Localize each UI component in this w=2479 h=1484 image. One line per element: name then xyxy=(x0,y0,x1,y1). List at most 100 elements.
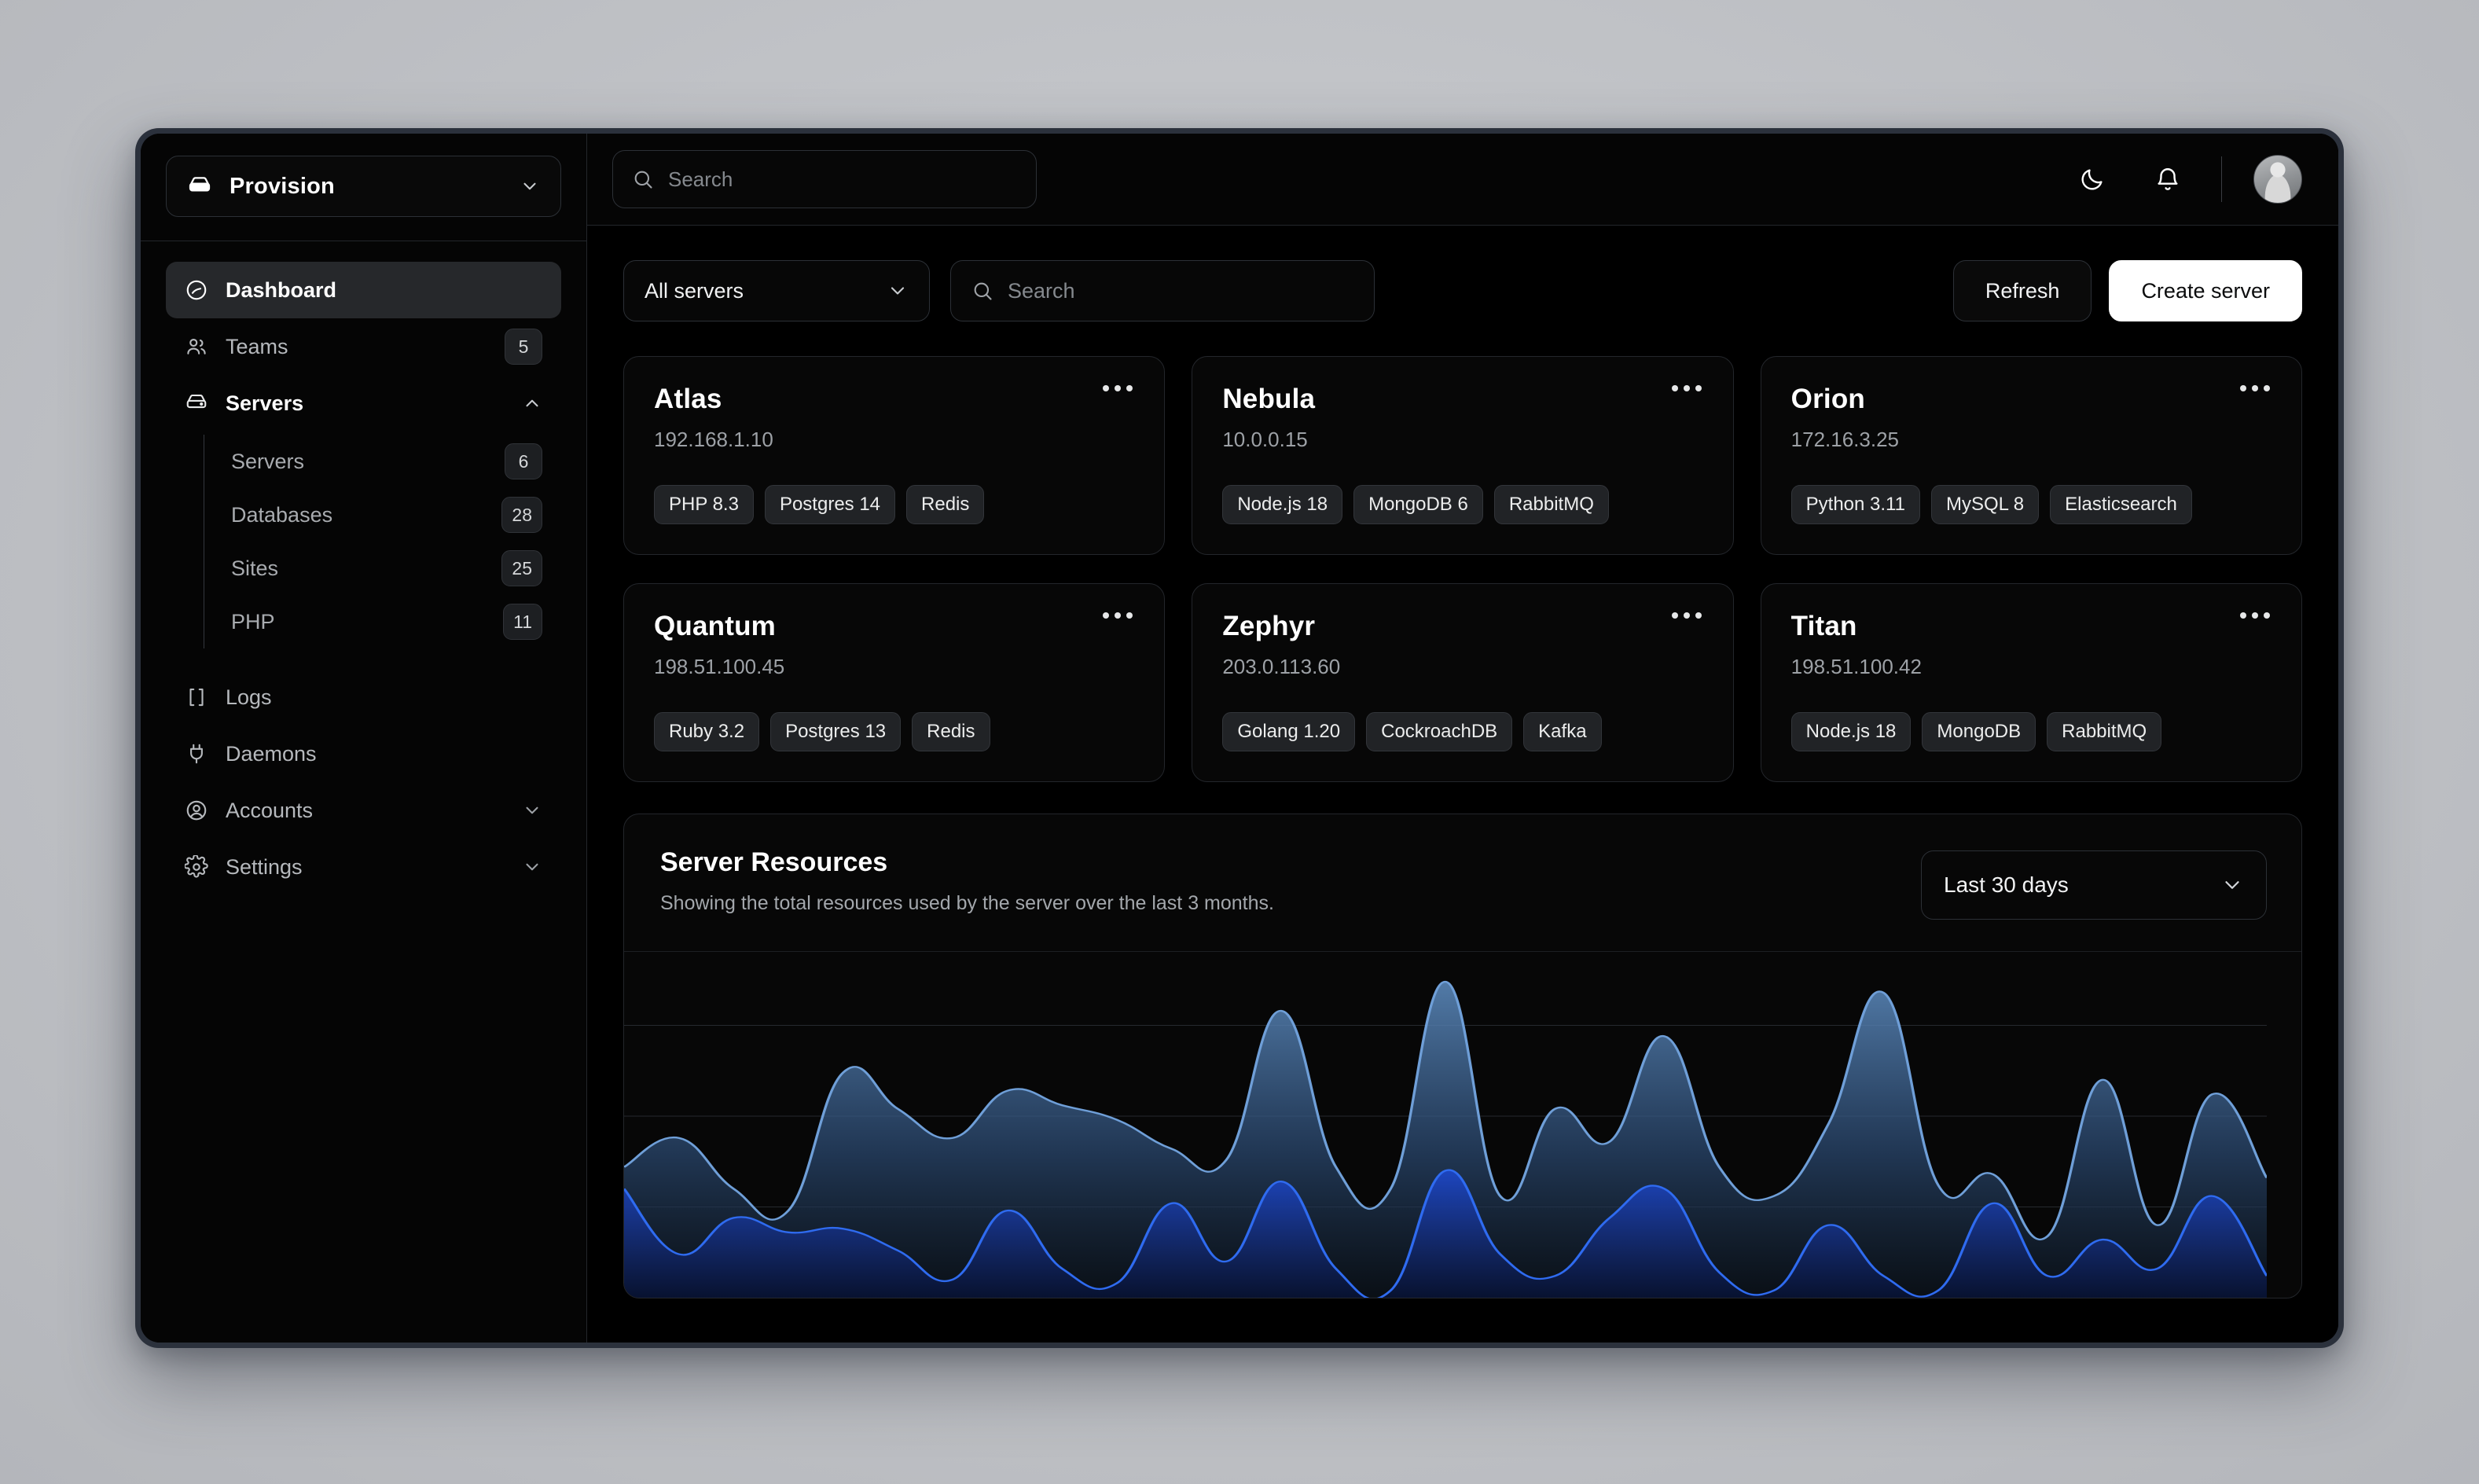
moon-icon xyxy=(2079,166,2106,193)
server-resources-header: Server Resources Showing the total resou… xyxy=(624,814,2301,952)
sidebar-subitem-label: Databases xyxy=(231,502,333,527)
server-resources-titles: Server Resources Showing the total resou… xyxy=(660,847,1274,915)
server-tag: RabbitMQ xyxy=(1493,485,1609,524)
search-icon xyxy=(632,168,654,190)
server-ip: 203.0.113.60 xyxy=(1222,655,1341,678)
server-tag: Node.js 18 xyxy=(1790,712,1912,751)
sidebar-subitem-label: Sites xyxy=(231,556,279,580)
main-area: All servers Refresh Create server xyxy=(587,134,2338,1343)
search-input[interactable] xyxy=(1008,278,1353,303)
server-tag: Redis xyxy=(912,712,990,751)
server-tag: Kafka xyxy=(1523,712,1602,751)
card-menu-button[interactable] xyxy=(1666,606,1708,625)
server-name: Nebula xyxy=(1222,384,1316,414)
card-menu-button[interactable] xyxy=(1096,379,1139,398)
servers-toolbar: All servers Refresh Create server xyxy=(623,260,2302,321)
server-ip: 192.168.1.10 xyxy=(654,428,773,451)
server-card[interactable]: Atlas 192.168.1.10 PHP 8.3 Postgres 14 R… xyxy=(623,356,1166,555)
sidebar-subitem-php[interactable]: PHP 11 xyxy=(204,595,561,648)
workspace-switcher-section: Provision xyxy=(141,134,586,241)
badge-count: 25 xyxy=(501,550,542,586)
server-tags: Node.js 18 MongoDB RabbitMQ xyxy=(1790,712,2271,751)
server-tags: Golang 1.20 CockroachDB Kafka xyxy=(1222,712,1702,751)
card-menu-button[interactable] xyxy=(2234,379,2276,398)
sidebar-item-settings[interactable]: Settings xyxy=(166,839,561,895)
sidebar-item-accounts[interactable]: Accounts xyxy=(166,782,561,839)
page-content: All servers Refresh Create server xyxy=(587,226,2338,1343)
sidebar-subitem-databases[interactable]: Databases 28 xyxy=(204,488,561,542)
topbar xyxy=(587,134,2338,226)
server-tag: Postgres 14 xyxy=(764,485,896,524)
gauge-icon xyxy=(185,278,208,302)
resources-chart xyxy=(624,952,2301,1298)
sidebar-item-label: Servers xyxy=(226,391,304,415)
server-tags: PHP 8.3 Postgres 14 Redis xyxy=(654,485,1134,524)
chevron-down-icon[interactable] xyxy=(522,800,542,821)
chevron-down-icon xyxy=(887,280,909,302)
server-tag: MongoDB 6 xyxy=(1353,485,1483,524)
server-tags: Python 3.11 MySQL 8 Elasticsearch xyxy=(1790,485,2271,524)
brackets-icon xyxy=(185,685,208,709)
search-input[interactable] xyxy=(668,167,1017,192)
server-tag: Node.js 18 xyxy=(1222,485,1343,524)
card-menu-button[interactable] xyxy=(1096,606,1139,625)
server-card[interactable]: Titan 198.51.100.42 Node.js 18 MongoDB R… xyxy=(1760,583,2302,782)
card-menu-button[interactable] xyxy=(2234,606,2276,625)
badge-count: 6 xyxy=(505,443,542,479)
sidebar-item-logs[interactable]: Logs xyxy=(166,669,561,725)
server-tag: Postgres 13 xyxy=(770,712,902,751)
notifications-button[interactable] xyxy=(2146,157,2190,201)
date-range-select[interactable]: Last 30 days xyxy=(1921,850,2267,920)
resources-chart-svg xyxy=(624,980,2267,1298)
server-card[interactable]: Zephyr 203.0.113.60 Golang 1.20 Cockroac… xyxy=(1192,583,1734,782)
server-filter-value: All servers xyxy=(645,278,744,303)
server-name: Titan xyxy=(1790,611,1857,641)
server-tag: Python 3.11 xyxy=(1790,485,1920,524)
create-server-button[interactable]: Create server xyxy=(2109,260,2302,321)
server-ip: 10.0.0.15 xyxy=(1222,428,1308,451)
workspace-switcher[interactable]: Provision xyxy=(166,156,561,217)
server-tag: MongoDB xyxy=(1922,712,2036,751)
sidebar-subitem-sites[interactable]: Sites 25 xyxy=(204,542,561,595)
server-name: Orion xyxy=(1790,384,1865,414)
server-cards-grid: Atlas 192.168.1.10 PHP 8.3 Postgres 14 R… xyxy=(623,356,2302,782)
server-tag: Elasticsearch xyxy=(2050,485,2192,524)
server-name: Atlas xyxy=(654,384,722,414)
chevron-up-icon[interactable] xyxy=(522,393,542,413)
server-card[interactable]: Nebula 10.0.0.15 Node.js 18 MongoDB 6 Ra… xyxy=(1192,356,1734,555)
theme-toggle-button[interactable] xyxy=(2070,157,2114,201)
user-circle-icon xyxy=(185,799,208,822)
app-window-content: Provision Dashboard Teams 5 Servers Serv… xyxy=(141,134,2338,1343)
server-tag: Golang 1.20 xyxy=(1222,712,1356,751)
server-name: Quantum xyxy=(654,611,777,641)
sidebar-nav: Dashboard Teams 5 Servers Servers 6 Data… xyxy=(141,241,586,1343)
sidebar-subnav-servers: Servers 6 Databases 28 Sites 25 PHP 11 xyxy=(204,435,561,648)
server-ip: 198.51.100.45 xyxy=(654,655,785,678)
badge-count: 11 xyxy=(503,604,542,640)
chevron-down-icon[interactable] xyxy=(522,857,542,877)
sidebar-item-daemons[interactable]: Daemons xyxy=(166,725,561,782)
server-tag: Redis xyxy=(906,485,985,524)
avatar[interactable] xyxy=(2253,155,2302,204)
sidebar-subitem-servers[interactable]: Servers 6 xyxy=(204,435,561,488)
servers-search[interactable] xyxy=(950,260,1375,321)
sidebar-item-teams[interactable]: Teams 5 xyxy=(166,318,561,375)
server-filter-select[interactable]: All servers xyxy=(623,260,930,321)
sidebar-item-dashboard[interactable]: Dashboard xyxy=(166,262,561,318)
global-search[interactable] xyxy=(612,150,1037,208)
card-menu-button[interactable] xyxy=(1666,379,1708,398)
toolbar-actions: Refresh Create server xyxy=(1952,260,2302,321)
server-card[interactable]: Orion 172.16.3.25 Python 3.11 MySQL 8 El… xyxy=(1760,356,2302,555)
server-card[interactable]: Quantum 198.51.100.45 Ruby 3.2 Postgres … xyxy=(623,583,1166,782)
server-tag: RabbitMQ xyxy=(2047,712,2162,751)
bell-icon xyxy=(2154,166,2181,193)
sidebar-item-label: Daemons xyxy=(226,741,317,766)
refresh-button[interactable]: Refresh xyxy=(1952,260,2092,321)
server-ip: 172.16.3.25 xyxy=(1790,428,1900,451)
sidebar-item-servers[interactable]: Servers xyxy=(166,375,561,432)
sidebar-item-label: Teams xyxy=(226,334,288,358)
server-tag: Ruby 3.2 xyxy=(654,712,760,751)
sidebar-subitem-label: Servers xyxy=(231,449,305,473)
server-tag: CockroachDB xyxy=(1366,712,1513,751)
